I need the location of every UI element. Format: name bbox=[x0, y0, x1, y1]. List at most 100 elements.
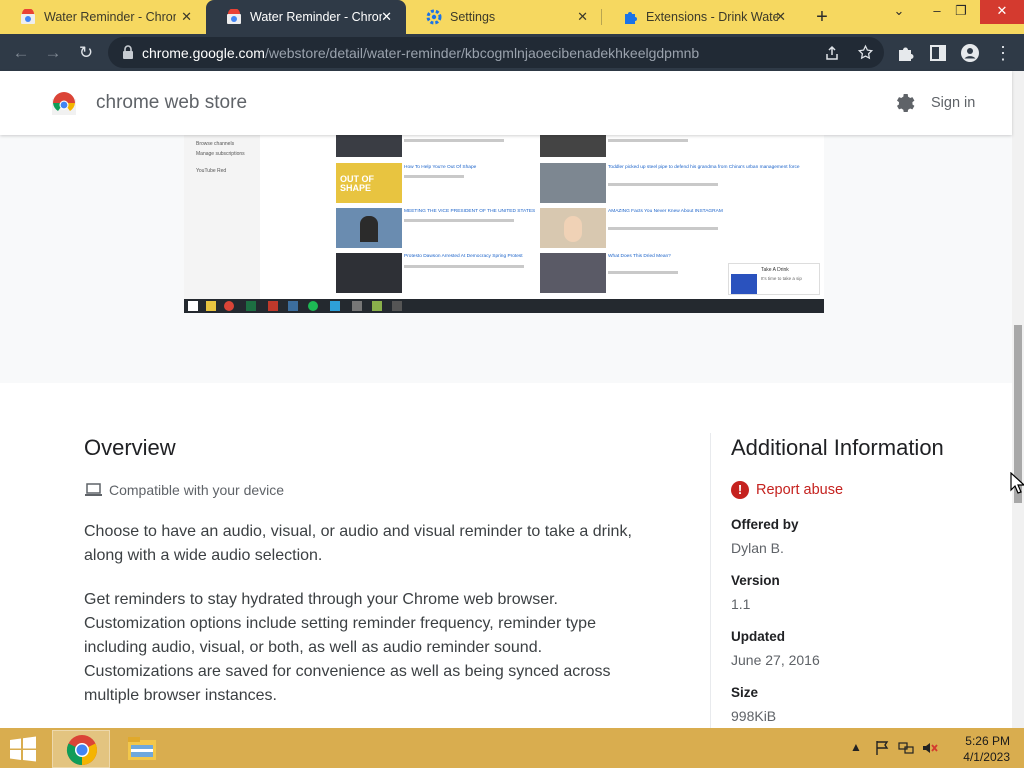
chrome-web-store-icon bbox=[21, 9, 35, 24]
chrome-icon bbox=[224, 301, 234, 311]
clock-date: 4/1/2023 bbox=[963, 750, 1010, 764]
sign-in-link[interactable]: Sign in bbox=[931, 95, 975, 111]
more-menu-icon[interactable]: ⋮ bbox=[990, 40, 1016, 66]
version-label: Version bbox=[731, 573, 780, 588]
video-thumbnail bbox=[336, 208, 402, 248]
reload-icon[interactable]: ↻ bbox=[73, 40, 99, 66]
tab-extensions[interactable]: Extensions - Drink Water ✕ bbox=[602, 0, 800, 34]
video-meta-line bbox=[608, 227, 718, 230]
report-abuse-label[interactable]: Report abuse bbox=[756, 482, 843, 498]
profile-avatar-icon[interactable] bbox=[960, 43, 980, 63]
column-divider bbox=[710, 433, 711, 733]
address-bar[interactable]: chrome.google.com/webstore/detail/water-… bbox=[108, 37, 884, 68]
video-thumbnail bbox=[540, 135, 606, 157]
bookmark-star-icon[interactable] bbox=[857, 44, 874, 61]
additional-info-heading: Additional Information bbox=[731, 435, 944, 460]
compatibility-note: Compatible with your device bbox=[84, 482, 284, 498]
taskbar-chrome[interactable] bbox=[52, 730, 110, 768]
tab-water-reminder-2[interactable]: Water Reminder - Chrome ✕ bbox=[206, 0, 406, 34]
close-window-button[interactable]: ✕ bbox=[980, 0, 1024, 24]
video-meta-line bbox=[404, 175, 464, 178]
version-value: 1.1 bbox=[731, 596, 751, 612]
browser-toolbar: ← → ↻ chrome.google.com/webstore/detail/… bbox=[0, 34, 1024, 71]
store-title[interactable]: chrome web store bbox=[96, 92, 247, 114]
lock-icon[interactable] bbox=[122, 45, 134, 59]
video-title: AMAZING Facts You Never Knew About INSTA… bbox=[608, 209, 723, 214]
chrome-web-store-icon bbox=[227, 9, 241, 24]
video-title: What Does This Dried Mean? bbox=[608, 254, 671, 259]
new-tab-button[interactable]: + bbox=[812, 6, 832, 28]
video-title: Protesto Dawson Arrested At Democracy Sp… bbox=[404, 254, 523, 259]
video-meta-line bbox=[608, 183, 718, 186]
tab-title: Extensions - Drink Water bbox=[646, 10, 778, 24]
reminder-notification: Take A Drink It's time to take a sip bbox=[728, 263, 820, 295]
settings-gear-icon[interactable] bbox=[892, 91, 916, 115]
offered-by-label: Offered by bbox=[731, 517, 799, 532]
extensions-puzzle-icon[interactable] bbox=[896, 43, 916, 63]
close-tab-icon[interactable]: ✕ bbox=[181, 10, 192, 24]
close-tab-icon[interactable]: ✕ bbox=[381, 10, 392, 24]
tab-search-chevron-icon[interactable]: ⌄ bbox=[884, 0, 914, 24]
video-meta-line bbox=[608, 271, 678, 274]
show-hidden-icons-chevron[interactable]: ▲ bbox=[850, 740, 866, 756]
tab-settings[interactable]: Settings ✕ bbox=[406, 0, 602, 34]
steam-icon bbox=[288, 301, 298, 311]
sidebar-item: Browse channels bbox=[196, 141, 235, 147]
windows-start-icon[interactable] bbox=[8, 736, 38, 762]
sidebar-item: Manage subscriptions bbox=[196, 151, 245, 157]
video-meta-line bbox=[608, 139, 688, 142]
forward-arrow-icon[interactable]: → bbox=[40, 40, 66, 66]
url-text[interactable]: chrome.google.com/webstore/detail/water-… bbox=[142, 45, 699, 61]
screenshot-taskbar bbox=[184, 299, 824, 313]
share-icon[interactable] bbox=[824, 45, 840, 61]
store-header: chrome web store Sign in bbox=[0, 71, 1012, 135]
network-icon[interactable] bbox=[898, 740, 914, 756]
taskbar-file-explorer[interactable] bbox=[113, 730, 171, 768]
close-tab-icon[interactable]: ✕ bbox=[577, 10, 588, 24]
app-icon bbox=[268, 301, 278, 311]
spotify-icon bbox=[308, 301, 318, 311]
windows-taskbar: ▲ 5:26 PM 4/1/2023 bbox=[0, 728, 1024, 768]
side-panel-icon[interactable] bbox=[928, 43, 948, 63]
tab-water-reminder-1[interactable]: Water Reminder - Chrome ✕ bbox=[0, 0, 206, 34]
mouse-cursor-icon bbox=[1010, 472, 1024, 494]
video-meta-line bbox=[404, 139, 504, 142]
file-explorer-icon bbox=[128, 737, 156, 760]
chrome-icon bbox=[67, 735, 97, 765]
tab-title: Water Reminder - Chrome bbox=[250, 10, 382, 24]
video-thumbnail bbox=[540, 208, 606, 248]
video-title: How To Help You're Out Of Shape bbox=[404, 165, 477, 170]
system-clock[interactable]: 5:26 PM 4/1/2023 bbox=[948, 733, 1010, 765]
report-abuse-link[interactable]: ! Report abuse bbox=[731, 481, 843, 499]
video-meta-line bbox=[404, 265, 524, 268]
sidebar-item: YouTube Red bbox=[196, 168, 227, 174]
updated-value: June 27, 2016 bbox=[731, 652, 820, 668]
size-label: Size bbox=[731, 685, 759, 700]
description-paragraph: Get reminders to stay hydrated through y… bbox=[84, 591, 611, 704]
tab-title: Settings bbox=[450, 10, 496, 24]
main-content: Overview Compatible with your device Cho… bbox=[0, 383, 1012, 733]
clock-time: 5:26 PM bbox=[965, 734, 1010, 748]
video-thumbnail bbox=[336, 135, 402, 157]
close-tab-icon[interactable]: ✕ bbox=[775, 10, 786, 24]
volume-muted-icon[interactable] bbox=[922, 740, 938, 756]
tab-strip: Water Reminder - Chrome ✕ Water Reminder… bbox=[0, 0, 1024, 34]
offered-by-value: Dylan B. bbox=[731, 540, 784, 556]
extension-screenshot[interactable]: Browse channels Manage subscriptions You… bbox=[184, 135, 824, 313]
video-thumbnail bbox=[540, 163, 606, 203]
tab-title: Water Reminder - Chrome bbox=[44, 10, 176, 24]
settings-gear-icon bbox=[426, 9, 442, 25]
app-icon bbox=[352, 301, 362, 311]
video-thumbnail bbox=[540, 253, 606, 293]
restore-button[interactable]: ❐ bbox=[946, 0, 976, 24]
compat-text: Compatible with your device bbox=[109, 482, 285, 498]
chrome-web-store-logo[interactable] bbox=[50, 89, 78, 117]
app-icon bbox=[372, 301, 382, 311]
action-center-flag-icon[interactable] bbox=[874, 740, 890, 756]
back-arrow-icon[interactable]: ← bbox=[8, 40, 34, 66]
video-meta-line bbox=[404, 219, 514, 222]
video-title: Toddler picked up steel pipe to defend h… bbox=[608, 165, 800, 170]
page-scrollbar[interactable] bbox=[1012, 71, 1024, 728]
app-icon bbox=[392, 301, 402, 311]
video-title: MEETING THE VICE PRESIDENT OF THE UNITED… bbox=[404, 209, 536, 214]
